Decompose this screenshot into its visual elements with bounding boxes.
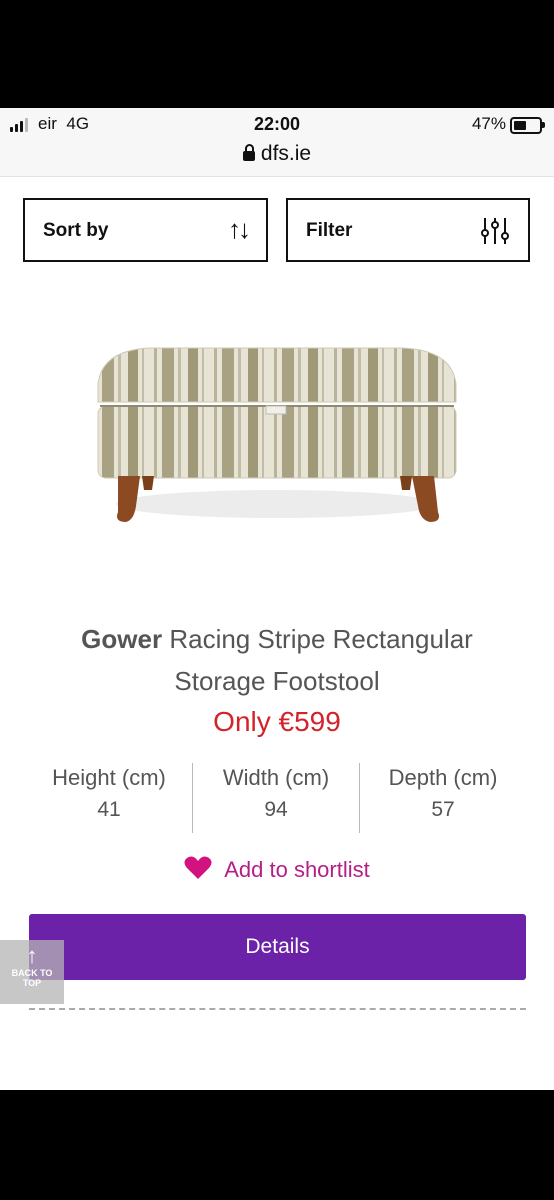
lock-icon <box>242 144 255 161</box>
product-price: Only €599 <box>213 706 341 737</box>
address-bar[interactable]: dfs.ie <box>0 142 554 166</box>
heart-icon <box>184 856 212 879</box>
dimension-label: Depth (cm) <box>388 765 498 790</box>
dimension-depth: Depth (cm) 57 <box>359 763 526 833</box>
product-title-line2: Storage Footstool <box>174 666 380 696</box>
url-text: dfs.ie <box>260 142 312 165</box>
dimension-width: Width (cm) 94 <box>192 763 359 833</box>
status-bar: eir 4G 22:00 47% dfs.ie <box>0 108 554 177</box>
product-title[interactable]: Gower Racing Stripe Rectangular Storage … <box>0 618 554 702</box>
filter-sliders-icon <box>481 218 509 244</box>
dimensions-table: Height (cm) 41 Width (cm) 94 Depth (cm) … <box>26 763 526 833</box>
product-title-line1: Racing Stripe Rectangular <box>169 624 473 654</box>
add-to-shortlist-link[interactable]: Add to shortlist <box>0 856 554 883</box>
back-to-top-button[interactable]: ↑ BACK TO TOP <box>0 940 64 1004</box>
details-button[interactable]: Details <box>29 914 526 980</box>
bottom-bezel <box>0 1090 554 1200</box>
sort-label: Sort by <box>43 220 109 241</box>
divider <box>29 1008 526 1010</box>
back-to-top-line1: BACK TO <box>11 968 53 978</box>
filter-label: Filter <box>306 220 353 241</box>
back-to-top-line2: TOP <box>22 978 42 988</box>
dimension-value: 57 <box>431 798 455 821</box>
dimension-label: Height (cm) <box>52 765 166 790</box>
product-image[interactable] <box>90 344 462 539</box>
product-brand: Gower <box>81 624 163 654</box>
shortlist-label: Add to shortlist <box>224 857 370 882</box>
dimension-value: 41 <box>97 798 121 821</box>
clock: 22:00 <box>253 114 301 134</box>
arrow-up-icon: ↑ <box>26 943 38 968</box>
battery-icon <box>510 117 545 134</box>
dimension-value: 94 <box>264 798 288 821</box>
filter-button[interactable]: Filter <box>286 198 530 262</box>
dimension-height: Height (cm) 41 <box>26 763 192 833</box>
battery-percent: 47% <box>471 114 506 133</box>
phone-screen: eir 4G 22:00 47% dfs.ie Sort by ↑↓ Filte… <box>0 108 554 1090</box>
sort-button[interactable]: Sort by ↑↓ <box>23 198 268 262</box>
sort-arrows-icon: ↑↓ <box>228 214 251 244</box>
dimension-label: Width (cm) <box>222 765 330 790</box>
top-bezel <box>0 0 554 108</box>
